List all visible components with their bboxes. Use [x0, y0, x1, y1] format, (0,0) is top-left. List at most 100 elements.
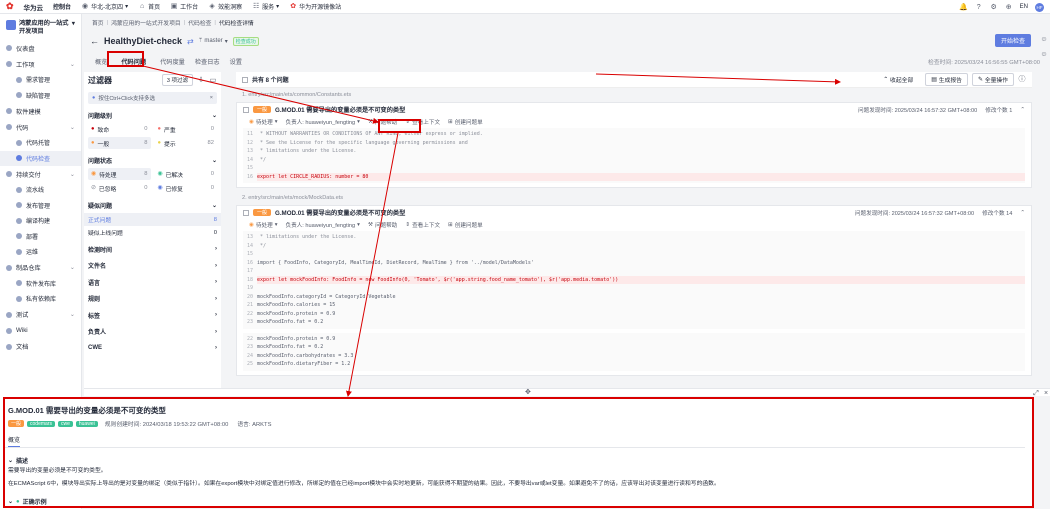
- sidebar-item[interactable]: 部署: [0, 229, 81, 245]
- sidebar-item[interactable]: 编译构建: [0, 213, 81, 229]
- sidebar-item[interactable]: 仪表盘: [0, 40, 81, 56]
- issue-help-button[interactable]: ⚒ 问题帮助: [368, 221, 397, 229]
- status-resolved[interactable]: ◉ 已解决 0: [155, 168, 218, 180]
- issue-help-button[interactable]: ⚒ 问题帮助: [368, 118, 397, 126]
- generate-report-button[interactable]: ▤ 生成报告: [925, 73, 968, 86]
- sidebar-item[interactable]: 缺陷管理: [0, 88, 81, 104]
- branch-selector[interactable]: ᛘ master ▾: [199, 38, 228, 45]
- chevron-up-icon[interactable]: ⌃: [1020, 210, 1025, 216]
- service-menu[interactable]: ☷ 服务 ▾: [252, 2, 279, 11]
- filter-section-header[interactable]: 标签 ›: [84, 307, 221, 324]
- brand-name[interactable]: 华为云: [24, 2, 44, 12]
- collapse-all-button[interactable]: ⌃ 收起全部: [883, 75, 913, 85]
- help-circle-icon[interactable]: ⓘ: [1018, 76, 1026, 84]
- view-context-button[interactable]: ⇕ 查看上下文: [405, 221, 440, 229]
- sidebar-item[interactable]: 需求管理: [0, 72, 81, 88]
- filter-section-header[interactable]: 负责人 ›: [84, 324, 221, 341]
- defect-formal[interactable]: 正式问题 8: [84, 213, 221, 226]
- close-panel-icon[interactable]: ×: [1042, 389, 1050, 397]
- issue-fix-count[interactable]: 修改个数 14: [982, 209, 1012, 217]
- sidebar-item[interactable]: 文档: [0, 339, 81, 355]
- filter-section-header[interactable]: CWE ›: [84, 340, 221, 357]
- issue-status-dropdown[interactable]: ◉ 待处理 ▾: [249, 118, 278, 126]
- issue-title[interactable]: G.MOD.01 需要导出的变量必须是不可变的类型: [275, 208, 405, 217]
- filter-section-header[interactable]: 语言 ›: [84, 274, 221, 291]
- bell-icon[interactable]: 🔔: [959, 3, 968, 11]
- issue-owner-dropdown[interactable]: 负责人: huaweiyun_fengting ▾: [286, 118, 360, 126]
- sidebar-item[interactable]: 工作项 ⌄: [0, 56, 81, 72]
- issue-status-dropdown[interactable]: ◉ 待处理 ▾: [249, 221, 278, 229]
- tab-check-log[interactable]: 检查日志: [190, 55, 225, 68]
- create-ticket-button[interactable]: ⊞ 创建问题单: [448, 118, 483, 126]
- sidebar-item[interactable]: 私有依赖库: [0, 291, 81, 307]
- status-fixed[interactable]: ◉ 已修复 0: [155, 182, 218, 194]
- console-link[interactable]: 控制台: [53, 2, 71, 11]
- globe-icon[interactable]: ⊕: [1005, 3, 1013, 11]
- tab-overview[interactable]: 概览: [90, 55, 112, 68]
- filter-section-header[interactable]: 文件名 ›: [84, 258, 221, 275]
- switch-icon[interactable]: ⇄: [187, 37, 194, 46]
- detail-tab-overview[interactable]: 概览: [8, 435, 21, 447]
- filter-export-icon[interactable]: ⇩: [197, 76, 205, 84]
- drag-handle-icon[interactable]: ✥: [525, 388, 531, 396]
- level-serious[interactable]: ● 严重 0: [155, 123, 218, 135]
- feedback-icon[interactable]: ☺: [1040, 35, 1048, 43]
- sidebar-item[interactable]: 持续交付 ⌄: [0, 166, 81, 182]
- sidebar-item[interactable]: 代码托管: [0, 135, 81, 151]
- efficiency-link[interactable]: ◈ 效能洞察: [208, 2, 242, 11]
- sidebar-item[interactable]: 测试 ⌄: [0, 307, 81, 323]
- status-pending[interactable]: ◉ 待处理 8: [88, 168, 151, 180]
- settings-icon[interactable]: ⚙: [990, 3, 998, 11]
- sidebar-item[interactable]: 发布管理: [0, 198, 81, 214]
- chat-icon[interactable]: ☺: [1040, 50, 1048, 58]
- sidebar-item[interactable]: 软件发布库: [0, 276, 81, 292]
- breadcrumb-project[interactable]: 鸿蒙应用的一站式开发项目: [111, 18, 181, 27]
- batch-operation-button[interactable]: ✎ 全量操作: [971, 73, 1014, 86]
- defect-section-header[interactable]: 疑似问题 ⌄: [84, 198, 221, 213]
- avatar[interactable]: HF: [1035, 2, 1044, 12]
- tab-code-metrics[interactable]: 代码度量: [155, 55, 190, 68]
- back-arrow-icon[interactable]: ←: [90, 36, 99, 46]
- filter-clear-icon[interactable]: ▭: [209, 76, 217, 84]
- view-context-button[interactable]: ⇕ 查看上下文: [405, 118, 440, 126]
- issue-title[interactable]: G.MOD.01 需要导出的变量必须是不可变的类型: [275, 105, 405, 114]
- sidebar-item[interactable]: Wiki: [0, 323, 81, 339]
- correct-example-header[interactable]: ⌄ ● 正确示例: [8, 497, 47, 507]
- forum-link[interactable]: ✿ 华为开源镜像站: [289, 2, 341, 11]
- select-all-checkbox[interactable]: [242, 76, 248, 83]
- region-selector[interactable]: ◉ 华北-北京四 ▾: [81, 2, 128, 11]
- sidebar-item[interactable]: 流水线: [0, 182, 81, 198]
- level-fatal[interactable]: ● 致命 0: [88, 123, 151, 135]
- filter-section-header[interactable]: 规则 ›: [84, 291, 221, 308]
- sidebar-item[interactable]: 代码 ⌄: [0, 119, 81, 135]
- sidebar-item[interactable]: 运维: [0, 244, 81, 260]
- defect-online[interactable]: 疑似上线问题 0: [84, 226, 221, 239]
- issue-checkbox[interactable]: [243, 106, 249, 113]
- home-link[interactable]: ⌂ 首页: [138, 2, 160, 11]
- panel-splitter[interactable]: ✥: [84, 388, 1050, 396]
- expand-icon[interactable]: ⤢: [1032, 389, 1040, 397]
- level-general[interactable]: ● 一般 8: [88, 137, 151, 149]
- sidebar-item[interactable]: 软件建模: [0, 103, 81, 119]
- status-section-header[interactable]: 问题状态 ⌄: [84, 153, 221, 168]
- issue-owner-dropdown[interactable]: 负责人: huaweiyun_fengting ▾: [286, 221, 360, 229]
- huawei-logo[interactable]: ✿: [6, 1, 14, 12]
- issue-checkbox[interactable]: [243, 209, 249, 216]
- tab-code-issues[interactable]: 代码问题: [116, 55, 151, 68]
- workbench-link[interactable]: ▣ 工作台: [170, 2, 198, 11]
- issue-file-path[interactable]: 1. entry/src/main/ets/common/Constants.e…: [236, 88, 1032, 102]
- filter-count-dropdown[interactable]: 3 项过滤: [161, 74, 193, 86]
- sidebar-item[interactable]: 代码检查: [0, 150, 81, 166]
- language-switch[interactable]: EN: [1020, 4, 1028, 10]
- create-ticket-button[interactable]: ⊞ 创建问题单: [448, 221, 483, 229]
- start-check-button[interactable]: 开始检查: [995, 34, 1031, 47]
- chevron-up-icon[interactable]: ⌃: [1020, 107, 1025, 113]
- breadcrumb-codecheck[interactable]: 代码检查: [188, 18, 211, 27]
- help-icon[interactable]: ?: [975, 3, 983, 11]
- level-hint[interactable]: ● 提示 82: [155, 137, 218, 149]
- status-ignored[interactable]: ⊘ 已忽略 0: [88, 182, 151, 194]
- sidebar-item[interactable]: 制品仓库 ⌄: [0, 260, 81, 276]
- issue-file-path[interactable]: 2. entry/src/main/ets/mock/MockData.ets: [236, 191, 1032, 205]
- filter-section-header[interactable]: 检测时间 ›: [84, 241, 221, 258]
- tab-settings[interactable]: 设置: [225, 55, 247, 68]
